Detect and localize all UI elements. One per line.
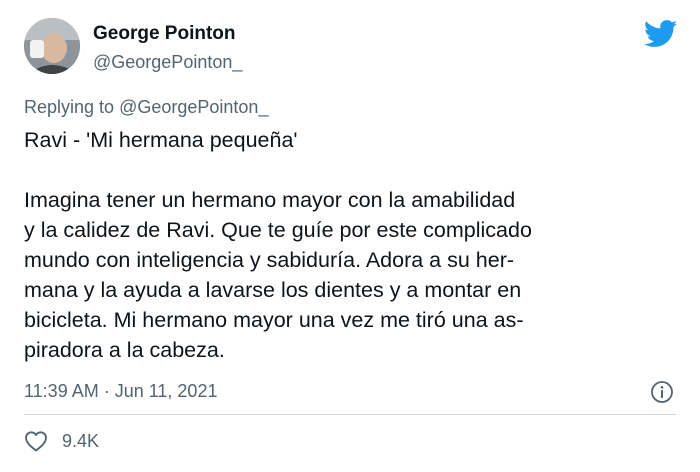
- tweet-line: y la calidez de Ravi. Que te guíe por es…: [24, 218, 532, 242]
- twitter-bird-icon[interactable]: [643, 20, 678, 48]
- tweet-line: Ravi - 'Mi hermana pequeña': [24, 128, 298, 152]
- info-icon[interactable]: [650, 380, 674, 404]
- replying-to-label: Replying to: [24, 97, 115, 117]
- tweet-line: bicicleta. Mi hermano mayor una vez me t…: [24, 308, 524, 332]
- tweet-card: George Pointon @GeorgePointon_ Replying …: [0, 0, 700, 472]
- avatar[interactable]: [24, 18, 80, 74]
- replying-to: Replying to @GeorgePointon_: [24, 97, 268, 118]
- author-handle[interactable]: @GeorgePointon_: [93, 52, 242, 73]
- reply-mention-link[interactable]: @GeorgePointon_: [119, 97, 268, 117]
- author-name[interactable]: George Pointon: [93, 23, 236, 45]
- tweet-line: Imagina tener un hermano mayor con la am…: [24, 188, 516, 212]
- tweet-timestamp[interactable]: 11:39 AM · Jun 11, 2021: [24, 381, 217, 402]
- divider: [24, 414, 676, 415]
- heart-icon[interactable]: [24, 430, 48, 452]
- tweet-line: mana y la ayuda a lavarse los dientes y …: [24, 278, 522, 302]
- like-count[interactable]: 9.4K: [62, 431, 99, 452]
- tweet-text: Ravi - 'Mi hermana pequeña' Imagina tene…: [24, 125, 674, 365]
- tweet-line: mundo con inteligencia y sabiduría. Ador…: [24, 248, 515, 272]
- avatar-photo: [24, 18, 80, 74]
- tweet-line: piradora a la cabeza.: [24, 338, 225, 362]
